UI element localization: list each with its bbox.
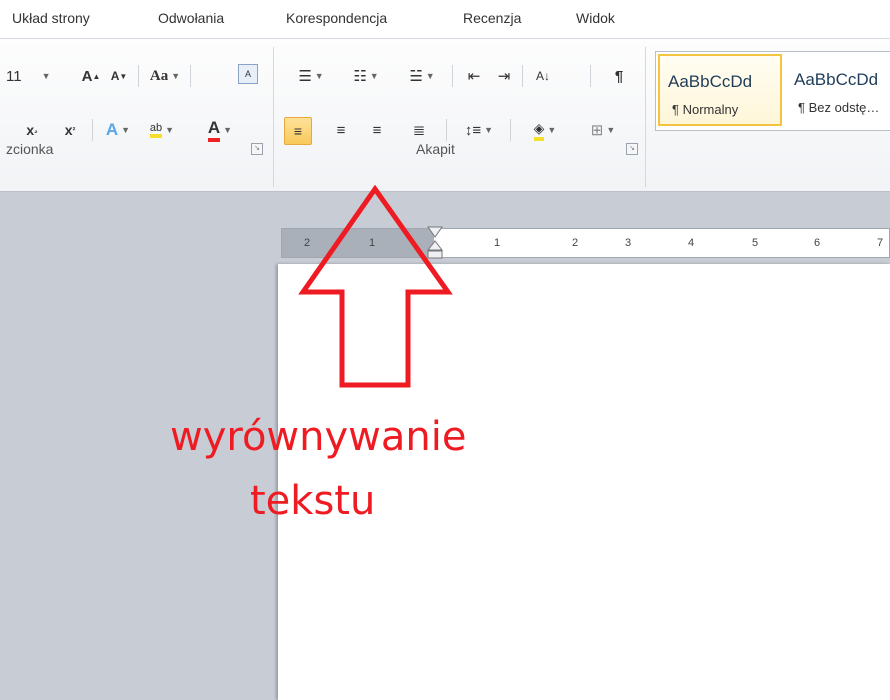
- grow-font-button[interactable]: A ▲: [80, 63, 102, 89]
- superscript-button[interactable]: x²: [60, 117, 80, 143]
- tab-mailings[interactable]: Korespondencja: [286, 10, 387, 26]
- shading-button[interactable]: ◈ ▼: [520, 117, 570, 143]
- clear-formatting-icon: A: [238, 64, 258, 84]
- align-center-button[interactable]: ≡: [328, 117, 354, 143]
- divider: [92, 119, 93, 141]
- grow-font-icon: A: [81, 67, 93, 85]
- ruler-tick: 2: [572, 237, 579, 249]
- justify-icon: ≣: [412, 122, 426, 139]
- change-case-icon: Aa: [149, 67, 169, 84]
- tab-review[interactable]: Recenzja: [463, 10, 521, 26]
- align-left-button[interactable]: ≡: [284, 117, 312, 145]
- subscript-icon: x: [26, 122, 35, 138]
- ruler-tick: 1: [494, 237, 501, 249]
- chevron-down-icon: ▼: [484, 125, 494, 135]
- style-name: ¶ Bez odstę…: [798, 100, 880, 115]
- sort-button[interactable]: A↓: [530, 63, 556, 89]
- decrease-indent-button[interactable]: ⇤: [462, 63, 486, 89]
- shrink-font-button[interactable]: A ▼: [108, 63, 130, 89]
- chevron-down-icon: ▼: [314, 71, 324, 81]
- highlight-icon: ab: [149, 122, 163, 138]
- line-spacing-icon: ↕≡: [464, 121, 482, 139]
- text-effects-icon: A: [105, 120, 119, 139]
- styles-gallery: AaBbCcDd ¶ Normalny AaBbCcDd ¶ Bez odstę…: [655, 51, 890, 131]
- font-color-icon: A: [207, 118, 221, 142]
- clear-formatting-button[interactable]: A: [234, 61, 262, 87]
- numbering-button[interactable]: ☷ ▼: [343, 63, 389, 89]
- ribbon-tabs: Układ strony Odwołania Korespondencja Re…: [0, 0, 890, 38]
- group-divider: [645, 47, 646, 187]
- line-spacing-button[interactable]: ↕≡ ▼: [456, 117, 502, 143]
- bullets-button[interactable]: ☰ ▼: [288, 63, 334, 89]
- pilcrow-icon: ¶: [614, 67, 624, 85]
- divider: [452, 65, 453, 87]
- align-right-button[interactable]: ≡: [364, 117, 390, 143]
- ribbon: 11 ▼ A ▲ A ▼ Aa ▼ A x₂ x² A ▼ ab ▼ A ▼ zcionka…: [0, 38, 890, 192]
- paint-bucket-icon: ◈: [533, 120, 545, 141]
- font-group-label: zcionka: [6, 141, 54, 157]
- ruler-tick: 3: [625, 237, 632, 249]
- highlight-button[interactable]: ab ▼: [140, 117, 184, 143]
- chevron-down-icon: ▼: [425, 71, 435, 81]
- group-divider: [273, 47, 274, 187]
- decrease-indent-icon: ⇤: [467, 68, 481, 85]
- increase-indent-icon: ⇥: [497, 68, 511, 85]
- ruler-tick: 4: [688, 237, 695, 249]
- superscript-icon: x: [64, 122, 73, 138]
- chevron-down-icon: ▼: [606, 125, 616, 135]
- ruler-tick: 5: [752, 237, 759, 249]
- ruler-tick: 7: [877, 237, 884, 249]
- align-right-icon: ≡: [372, 121, 382, 139]
- ruler-tick: 6: [814, 237, 821, 249]
- chevron-down-icon: ▼: [369, 71, 379, 81]
- style-sample: AaBbCcDd: [668, 72, 753, 91]
- numbered-list-icon: ☷: [353, 68, 367, 85]
- chevron-down-icon: ▼: [41, 71, 51, 81]
- annotation-text-line2: tekstu: [250, 478, 376, 524]
- style-no-spacing[interactable]: AaBbCcDd ¶ Bez odstę…: [786, 54, 890, 126]
- borders-button[interactable]: ⊞ ▼: [580, 117, 626, 143]
- chevron-down-icon: ▼: [547, 125, 557, 135]
- border-icon: ⊞: [590, 122, 604, 139]
- change-case-button[interactable]: Aa ▼: [146, 63, 184, 89]
- style-name: ¶ Normalny: [672, 102, 739, 117]
- arrow-up-icon: [298, 185, 453, 388]
- tab-view[interactable]: Widok: [576, 10, 615, 26]
- style-normal[interactable]: AaBbCcDd ¶ Normalny: [658, 54, 782, 126]
- show-formatting-button[interactable]: ¶: [606, 63, 632, 89]
- text-effects-button[interactable]: A ▼: [98, 117, 138, 143]
- style-sample: AaBbCcDd: [794, 70, 879, 89]
- divider: [522, 65, 523, 87]
- multilevel-list-icon: ☱: [409, 68, 423, 85]
- tab-page-layout[interactable]: Układ strony: [12, 10, 90, 26]
- sort-icon: A↓: [535, 69, 550, 83]
- subscript-button[interactable]: x₂: [22, 117, 42, 143]
- font-dialog-launcher[interactable]: ↘: [251, 143, 263, 155]
- divider: [190, 65, 191, 87]
- multilevel-list-button[interactable]: ☱ ▼: [399, 63, 445, 89]
- font-size-value: 11: [6, 67, 22, 85]
- divider: [590, 65, 591, 87]
- shrink-font-icon: A: [110, 69, 120, 83]
- chevron-down-icon: ▼: [121, 125, 131, 135]
- divider: [446, 119, 447, 141]
- font-size-select[interactable]: 11 ▼: [6, 63, 64, 89]
- font-color-button[interactable]: A ▼: [198, 117, 242, 143]
- chevron-down-icon: ▼: [223, 125, 233, 135]
- divider: [510, 119, 511, 141]
- align-left-icon: ≡: [293, 123, 303, 139]
- paragraph-group-label: Akapit: [416, 141, 455, 157]
- chevron-down-icon: ▼: [171, 71, 181, 81]
- bullet-list-icon: ☰: [298, 68, 312, 85]
- increase-indent-button[interactable]: ⇥: [492, 63, 516, 89]
- paragraph-dialog-launcher[interactable]: ↘: [626, 143, 638, 155]
- chevron-down-icon: ▼: [165, 125, 175, 135]
- justify-button[interactable]: ≣: [406, 117, 432, 143]
- divider: [138, 65, 139, 87]
- tab-references[interactable]: Odwołania: [158, 10, 224, 26]
- align-center-icon: ≡: [336, 121, 346, 139]
- annotation-text-line1: wyrównywanie: [170, 414, 467, 460]
